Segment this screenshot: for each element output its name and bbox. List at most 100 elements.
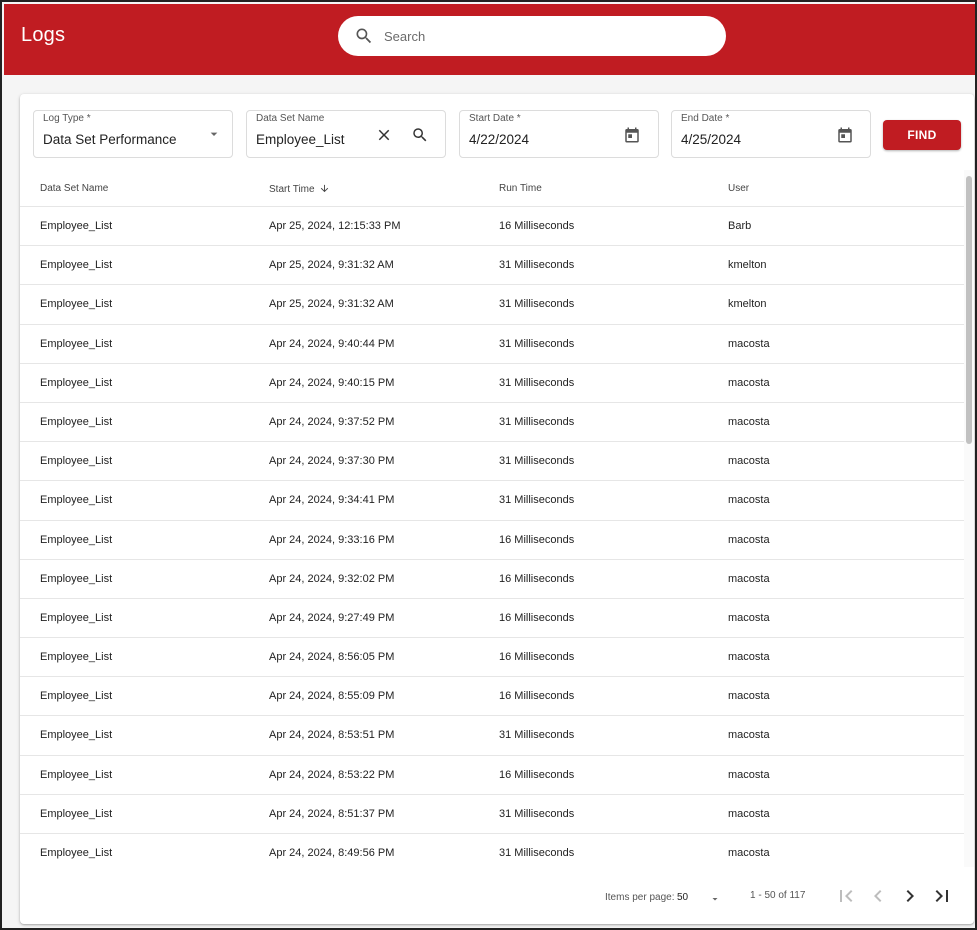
cell-data-set-name: Employee_List [40,415,113,428]
end-date-field[interactable]: End Date * 4/25/2024 [671,110,871,158]
search-box[interactable] [338,16,726,56]
cell-data-set-name: Employee_List [40,768,113,781]
table-row[interactable]: Employee_List Apr 24, 2024, 9:40:44 PM 31 … [20,325,964,364]
table-row[interactable]: Employee_List Apr 25, 2024, 12:15:33 PM 16… [20,207,964,247]
cell-start-time: Apr 24, 2024, 9:33:16 PM [269,533,395,546]
column-header-start-time[interactable]: Start Time [269,183,330,195]
close-icon[interactable] [375,126,393,144]
cell-start-time: Apr 24, 2024, 8:53:51 PM [269,729,395,742]
column-header-user[interactable]: User [728,183,749,194]
calendar-icon[interactable] [623,126,641,144]
cell-user: macosta [728,533,770,546]
cell-data-set-name: Employee_List [40,337,113,350]
end-date-value[interactable]: 4/25/2024 [681,132,741,147]
page-title: Logs [21,24,66,46]
table-row[interactable]: Employee_List Apr 24, 2024, 8:51:37 PM 31 … [20,795,964,834]
page-size-value: 50 [677,892,689,903]
table-row[interactable]: Employee_List Apr 25, 2024, 9:31:32 AM 31 … [20,246,964,286]
cell-data-set-name: Employee_List [40,651,113,664]
cell-start-time: Apr 24, 2024, 8:53:22 PM [269,768,395,781]
cell-data-set-name: Employee_List [40,376,113,389]
first-page-icon[interactable] [834,884,858,908]
data-set-name-value[interactable]: Employee_List [256,132,345,147]
start-date-field[interactable]: Start Date * 4/22/2024 [459,110,659,158]
table-row[interactable]: Employee_List Apr 24, 2024, 9:37:52 PM 31 … [20,403,964,443]
last-page-icon[interactable] [930,884,954,908]
cell-start-time: Apr 24, 2024, 9:40:15 PM [269,376,395,389]
cell-data-set-name: Employee_List [40,611,113,624]
table-body: Employee_List Apr 25, 2024, 12:15:33 PM 16… [20,207,964,867]
table-row[interactable]: Employee_List Apr 24, 2024, 9:34:41 PM 31 … [20,481,964,521]
app-header: Logs [4,4,975,75]
cell-user: macosta [728,807,770,820]
column-header-run-time[interactable]: Run Time [499,183,542,194]
cell-start-time: Apr 24, 2024, 9:37:30 PM [269,455,395,468]
cell-run-time: 31 Milliseconds [499,847,575,859]
table-scrollbar[interactable] [964,170,974,867]
find-button[interactable]: FIND [883,120,961,150]
cell-user: macosta [728,690,770,703]
cell-start-time: Apr 24, 2024, 8:49:56 PM [269,847,395,859]
app-frame: Logs Log Type * Data Set Performance Dat… [0,0,977,930]
cell-data-set-name: Employee_List [40,494,113,507]
table-row[interactable]: Employee_List Apr 25, 2024, 9:31:32 AM 31 … [20,285,964,325]
cell-start-time: Apr 24, 2024, 9:34:41 PM [269,494,395,507]
search-icon[interactable] [411,126,429,144]
logs-table: Data Set Name Start Time Run Time User E… [20,170,964,867]
table-row[interactable]: Employee_List Apr 24, 2024, 8:55:09 PM 16 … [20,677,964,717]
log-type-select[interactable]: Log Type * Data Set Performance [33,110,233,158]
cell-run-time: 31 Milliseconds [499,298,575,311]
cell-run-time: 16 Milliseconds [499,651,575,664]
chevron-down-icon [210,132,218,136]
calendar-icon[interactable] [836,126,854,144]
table-row[interactable]: Employee_List Apr 24, 2024, 9:27:49 PM 16 … [20,599,964,639]
cell-run-time: 16 Milliseconds [499,611,575,624]
cell-user: macosta [728,376,770,389]
cell-run-time: 16 Milliseconds [499,533,575,546]
chevron-right-icon[interactable] [898,884,922,908]
search-input[interactable] [384,24,704,48]
column-header-data-set-name[interactable]: Data Set Name [40,183,108,194]
table-row[interactable]: Employee_List Apr 24, 2024, 9:33:16 PM 16 … [20,521,964,560]
cell-user: kmelton [728,298,767,311]
table-row[interactable]: Employee_List Apr 24, 2024, 9:37:30 PM 31 … [20,442,964,482]
cell-user: macosta [728,455,770,468]
cell-run-time: 31 Milliseconds [499,376,575,389]
log-type-value: Data Set Performance [43,132,177,147]
cell-user: macosta [728,651,770,664]
cell-data-set-name: Employee_List [40,455,113,468]
cell-start-time: Apr 24, 2024, 8:55:09 PM [269,690,395,703]
arrow-down-icon [320,184,328,193]
table-row[interactable]: Employee_List Apr 24, 2024, 8:56:05 PM 16 … [20,638,964,678]
cell-start-time: Apr 24, 2024, 8:56:05 PM [269,651,395,664]
cell-user: macosta [728,611,770,624]
scrollbar-thumb[interactable] [966,176,972,444]
cell-data-set-name: Employee_List [40,729,113,742]
search-icon [356,28,372,44]
cell-user: macosta [728,729,770,742]
table-row[interactable]: Employee_List Apr 24, 2024, 9:32:02 PM 16 … [20,560,964,599]
cell-data-set-name: Employee_List [40,220,113,232]
table-row[interactable]: Employee_List Apr 24, 2024, 8:53:22 PM 16 … [20,756,964,795]
cell-start-time: Apr 25, 2024, 9:31:32 AM [269,298,394,311]
cell-user: macosta [728,847,770,859]
table-row[interactable]: Employee_List Apr 24, 2024, 8:53:51 PM 31 … [20,716,964,756]
cell-data-set-name: Employee_List [40,690,113,703]
table-row[interactable]: Employee_List Apr 24, 2024, 8:49:56 PM 31 … [20,834,964,867]
cell-start-time: Apr 24, 2024, 9:37:52 PM [269,415,395,428]
chevron-left-icon[interactable] [866,884,890,908]
cell-run-time: 31 Milliseconds [499,415,575,428]
cell-run-time: 31 Milliseconds [499,337,575,350]
cell-user: Barb [728,220,752,232]
data-set-name-field[interactable]: Data Set Name Employee_List [246,110,446,158]
page-size-select[interactable]: 50 [677,890,721,906]
log-type-label: Log Type * [43,113,91,124]
cell-start-time: Apr 24, 2024, 9:27:49 PM [269,611,395,624]
cell-start-time: Apr 24, 2024, 9:32:02 PM [269,572,395,585]
cell-user: macosta [728,572,770,585]
cell-start-time: Apr 25, 2024, 12:15:33 PM [269,220,401,232]
items-per-page-label: Items per page: [605,892,675,903]
table-row[interactable]: Employee_List Apr 24, 2024, 9:40:15 PM 31 … [20,364,964,403]
column-header-label: Start Time [269,184,315,195]
start-date-value[interactable]: 4/22/2024 [469,132,529,147]
